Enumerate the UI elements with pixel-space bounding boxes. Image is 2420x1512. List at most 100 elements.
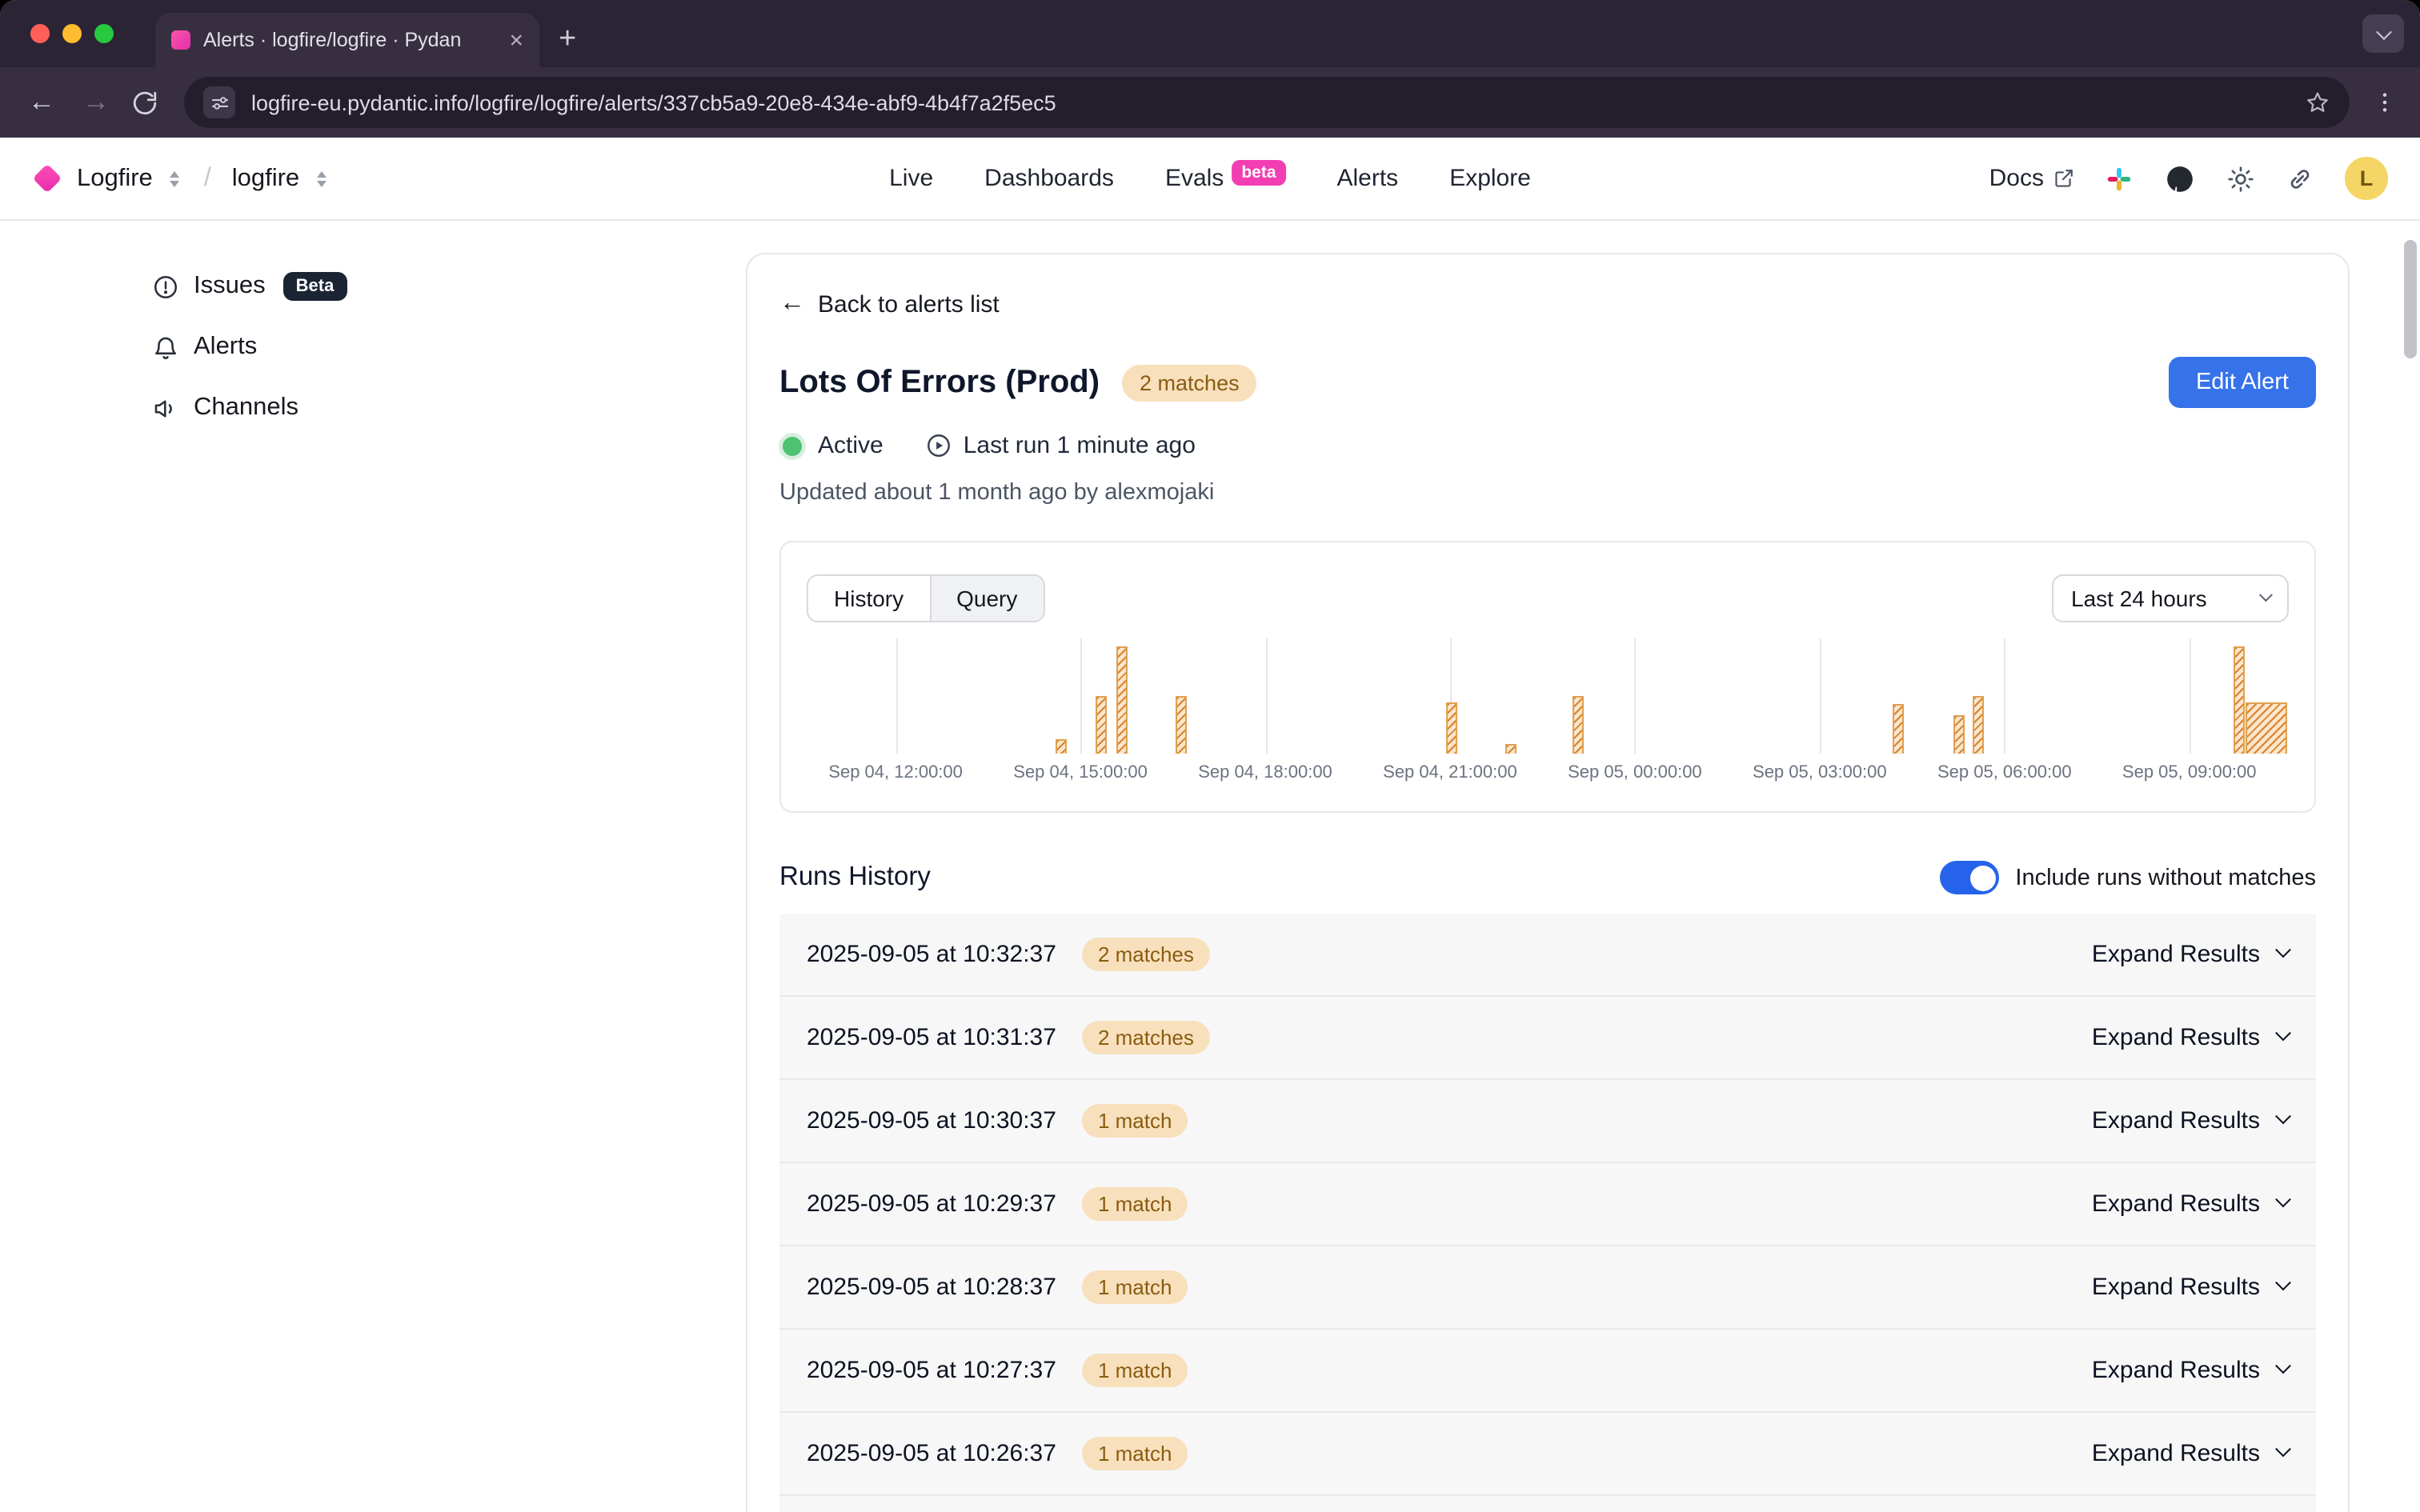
new-tab-button[interactable]: + [559,24,576,54]
active-status-dot [783,436,802,455]
sidebar-item-issues[interactable]: Issues Beta [152,262,746,310]
nav-evals[interactable]: Evals beta [1165,165,1286,192]
expand-results-button[interactable]: Expand Results [2092,1024,2289,1051]
browser-tab[interactable]: Alerts · logfire/logfire · Pydan × [155,13,539,67]
header-actions: Docs L [1989,157,2388,200]
browser-tabstrip: Alerts · logfire/logfire · Pydan × + [0,0,2420,67]
gridline [1635,638,1637,754]
sidebar-item-label: Issues [194,272,266,301]
expand-results-button[interactable]: Expand Results [2092,1107,2289,1134]
tab-close-icon[interactable]: × [509,28,523,52]
url-bar[interactable]: logfire-eu.pydantic.info/logfire/logfire… [184,77,2350,128]
expand-results-label: Expand Results [2092,1107,2260,1134]
share-link-icon[interactable] [2286,164,2314,193]
run-timestamp: 2025-09-05 at 10:27:37 [807,1357,1056,1384]
histogram-plot [807,638,2289,754]
expand-results-label: Expand Results [2092,1274,2260,1301]
run-timestamp: 2025-09-05 at 10:26:37 [807,1440,1056,1467]
histogram-bar [1446,702,1457,754]
run-matches-badge: 1 match [1082,1437,1188,1470]
slack-icon[interactable] [2105,164,2134,193]
bell-icon [152,334,179,361]
nav-evals-label: Evals [1165,165,1224,192]
alert-circle-icon [152,273,179,300]
run-row: 2025-09-05 at 10:26:37 1 match Expand Re… [779,1413,2316,1496]
org-switcher-caret-icon[interactable] [170,170,180,186]
close-window-button[interactable] [30,24,50,43]
chevron-down-icon [2275,1191,2291,1207]
docs-label: Docs [1989,165,2044,192]
back-label: Back to alerts list [818,290,1000,318]
site-settings-icon[interactable] [203,86,235,118]
github-icon[interactable] [2164,162,2196,194]
histogram-bar [1176,696,1188,754]
sidebar-item-label: Alerts [194,333,257,362]
sidebar-item-alerts[interactable]: Alerts [152,323,746,371]
nav-dashboards[interactable]: Dashboards [984,165,1114,192]
breadcrumb-separator: / [204,164,211,193]
updated-line: Updated about 1 month ago by alexmojaki [779,480,2316,506]
tab-query[interactable]: Query [931,576,1043,621]
nav-live[interactable]: Live [889,165,933,192]
expand-results-label: Expand Results [2092,1357,2260,1384]
x-tick-label: Sep 04, 18:00:00 [1198,763,1332,782]
expand-results-button[interactable]: Expand Results [2092,1440,2289,1467]
histogram-bar [1893,704,1905,754]
reload-button[interactable] [131,89,158,116]
expand-results-button[interactable]: Expand Results [2092,941,2289,968]
docs-link[interactable]: Docs [1989,165,2074,192]
sidebar-item-label: Channels [194,394,298,422]
browser-window: Alerts · logfire/logfire · Pydan × + ← →… [0,0,2420,1512]
include-runs-toggle[interactable] [1940,861,1999,894]
sidebar-item-channels[interactable]: Channels [152,384,746,432]
nav-alerts[interactable]: Alerts [1337,165,1399,192]
forward-button[interactable]: → [77,86,115,118]
histogram-bar [1096,696,1108,754]
org-switcher[interactable]: Logfire [77,164,153,193]
back-to-alerts-link[interactable]: ← Back to alerts list [779,290,2316,318]
chevron-down-icon [2259,588,2273,602]
tab-title: Alerts · logfire/logfire · Pydan [203,29,496,51]
browser-toolbar: ← → logfire-eu.pydantic.info/logfire/log… [0,67,2420,138]
expand-results-button[interactable]: Expand Results [2092,1357,2289,1384]
runs-list: 2025-09-05 at 10:32:37 2 matches Expand … [779,914,2316,1512]
url-text[interactable]: logfire-eu.pydantic.info/logfire/logfire… [251,90,2289,114]
nav-explore[interactable]: Explore [1449,165,1531,192]
edit-alert-button[interactable]: Edit Alert [2169,357,2316,408]
status-label: Active [818,432,883,459]
run-matches-badge: 1 match [1082,1270,1188,1304]
external-link-icon [2053,168,2074,189]
last-run-group: Last run 1 minute ago [925,432,1196,459]
run-timestamp: 2025-09-05 at 10:29:37 [807,1190,1056,1218]
back-arrow-icon: ← [779,290,805,318]
zoom-window-button[interactable] [94,24,114,43]
back-button[interactable]: ← [22,86,61,118]
include-runs-toggle-group: Include runs without matches [1940,861,2316,894]
tab-history[interactable]: History [808,576,931,621]
expand-results-button[interactable]: Expand Results [2092,1274,2289,1301]
project-switcher[interactable]: logfire [232,164,299,193]
run-matches-badge: 2 matches [1082,1021,1210,1054]
alert-title: Lots Of Errors (Prod) [779,364,1100,401]
runs-history-title: Runs History [779,862,931,893]
issues-beta-badge: Beta [283,272,347,301]
include-runs-toggle-label: Include runs without matches [2015,865,2316,890]
logfire-logo-icon [33,164,62,194]
nav-alerts-label: Alerts [1337,165,1399,192]
run-timestamp: 2025-09-05 at 10:32:37 [807,941,1056,968]
run-timestamp: 2025-09-05 at 10:31:37 [807,1024,1056,1051]
gridline [2190,638,2191,754]
expand-results-button[interactable]: Expand Results [2092,1190,2289,1218]
browser-menu-icon[interactable] [2372,90,2398,115]
theme-toggle-sun-icon[interactable] [2226,164,2255,193]
minimize-window-button[interactable] [62,24,82,43]
tab-search-chevron-button[interactable] [2362,14,2404,53]
history-query-tabs: History Query [807,574,1044,622]
app-header: Logfire / logfire Live Dashboards Evals … [0,138,2420,221]
page-scrollbar[interactable] [2404,240,2417,358]
user-avatar[interactable]: L [2345,157,2388,200]
gridline [1080,638,1082,754]
project-switcher-caret-icon[interactable] [317,170,327,186]
bookmark-star-icon[interactable] [2305,90,2330,115]
time-range-select[interactable]: Last 24 hours [2052,574,2289,622]
